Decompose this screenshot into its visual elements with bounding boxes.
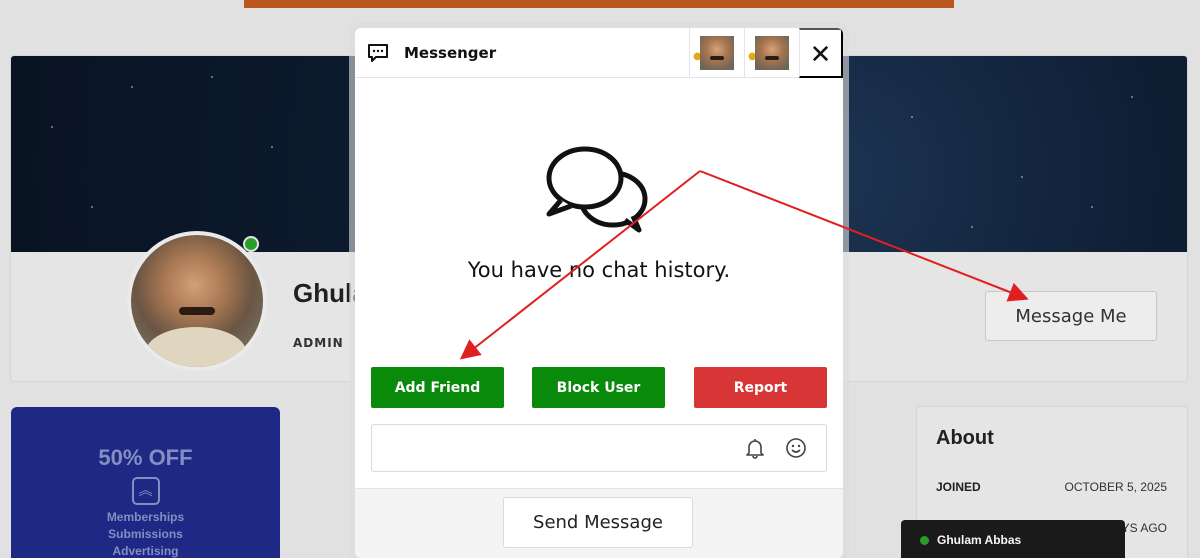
empty-state-text: You have no chat history. — [467, 258, 731, 282]
chat-bubbles-icon — [546, 146, 648, 233]
message-composer — [371, 424, 827, 472]
messenger-title: Messenger — [404, 44, 497, 62]
messenger-header: Messenger ● ● ✕ — [355, 28, 843, 78]
close-button[interactable]: ✕ — [799, 28, 843, 78]
add-friend-button[interactable]: Add Friend — [371, 367, 504, 408]
chat-tab-avatar[interactable]: ● — [744, 28, 799, 78]
message-input[interactable] — [372, 425, 732, 471]
report-button[interactable]: Report — [694, 367, 827, 408]
block-user-button[interactable]: Block User — [532, 367, 665, 408]
bell-icon[interactable] — [744, 437, 766, 459]
messenger-modal: Messenger ● ● ✕ You have no chat history… — [355, 28, 843, 558]
chat-tab-avatar[interactable]: ● — [689, 28, 744, 78]
emoji-icon[interactable] — [785, 437, 807, 459]
messenger-footer: Send Message — [355, 488, 843, 558]
send-message-button[interactable]: Send Message — [503, 497, 693, 548]
chat-bubble-icon — [368, 44, 388, 62]
